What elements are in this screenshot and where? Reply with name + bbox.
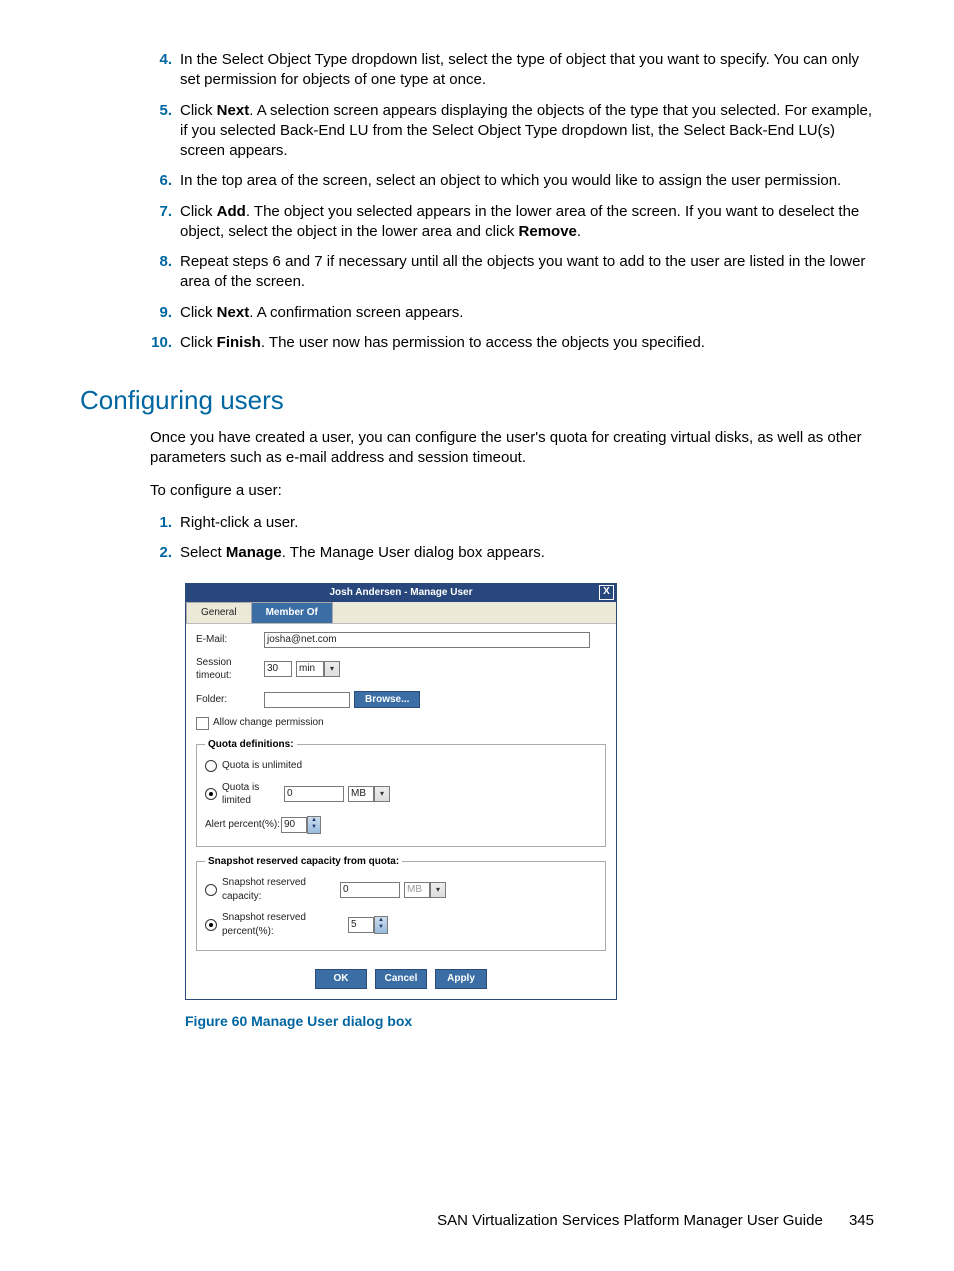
quota-limited-label: Quota is limited — [222, 781, 284, 808]
alert-percent-label: Alert percent(%): — [205, 818, 281, 832]
spinner-icon[interactable]: ▲▼ — [307, 816, 321, 834]
alert-percent-stepper[interactable]: 90 ▲▼ — [281, 816, 321, 834]
chevron-down-icon[interactable]: ▾ — [324, 661, 340, 677]
snapshot-capacity-field[interactable]: 0 — [340, 882, 400, 898]
tab-member-of[interactable]: Member Of — [251, 602, 333, 623]
procedure-lead: To configure a user: — [80, 481, 874, 501]
ok-button[interactable]: OK — [315, 969, 367, 989]
snapshot-percent-radio[interactable] — [205, 919, 217, 931]
snapshot-capacity-label: Snapshot reserved capacity: — [222, 876, 340, 903]
list-item: 8.Repeat steps 6 and 7 if necessary unti… — [150, 252, 874, 293]
quota-unlimited-radio[interactable] — [205, 760, 217, 772]
allow-change-checkbox[interactable] — [196, 717, 209, 730]
steps-list-continued: 4.In the Select Object Type dropdown lis… — [80, 50, 874, 353]
cancel-button[interactable]: Cancel — [375, 969, 427, 989]
list-item: 9.Click Next. A confirmation screen appe… — [150, 303, 874, 323]
snapshot-capacity-unit: MB — [404, 882, 430, 898]
page-number: 345 — [849, 1212, 874, 1229]
list-item: 5.Click Next. A selection screen appears… — [150, 101, 874, 162]
email-label: E-Mail: — [196, 633, 264, 647]
list-item: 10.Click Finish. The user now has permis… — [150, 333, 874, 353]
list-item: 7.Click Add. The object you selected app… — [150, 202, 874, 243]
quota-unlimited-label: Quota is unlimited — [222, 759, 302, 773]
spinner-icon[interactable]: ▲▼ — [374, 916, 388, 934]
figure-caption: Figure 60 Manage User dialog box — [185, 1012, 874, 1031]
apply-button[interactable]: Apply — [435, 969, 487, 989]
session-timeout-field[interactable]: 30 — [264, 661, 292, 677]
chevron-down-icon[interactable]: ▾ — [430, 882, 446, 898]
folder-label: Folder: — [196, 693, 264, 707]
page-footer: SAN Virtualization Services Platform Man… — [80, 1211, 874, 1231]
manage-user-dialog: Josh Andersen - Manage User X General Me… — [185, 583, 617, 1000]
session-timeout-label: Session timeout: — [196, 656, 264, 683]
quota-definitions-group: Quota definitions: Quota is unlimited Qu… — [196, 738, 606, 847]
close-icon[interactable]: X — [599, 585, 614, 600]
email-field[interactable]: josha@net.com — [264, 632, 590, 648]
intro-text: Once you have created a user, you can co… — [80, 428, 874, 469]
session-timeout-unit: min — [296, 661, 324, 677]
steps-list-configure: 1.Right-click a user. 2.Select Manage. T… — [80, 513, 874, 564]
chevron-down-icon[interactable]: ▾ — [374, 786, 390, 802]
snapshot-percent-label: Snapshot reserved percent(%): — [222, 911, 348, 938]
snapshot-reserved-group: Snapshot reserved capacity from quota: S… — [196, 855, 606, 952]
footer-title: SAN Virtualization Services Platform Man… — [437, 1212, 823, 1229]
list-item: 2.Select Manage. The Manage User dialog … — [150, 543, 874, 563]
folder-field[interactable] — [264, 692, 350, 708]
snapshot-percent-stepper[interactable]: 5 ▲▼ — [348, 916, 388, 934]
dialog-titlebar: Josh Andersen - Manage User X — [186, 584, 616, 602]
tab-general[interactable]: General — [186, 602, 252, 623]
dialog-title-text: Josh Andersen - Manage User — [329, 587, 472, 598]
list-item: 6.In the top area of the screen, select … — [150, 171, 874, 191]
section-heading: Configuring users — [80, 383, 874, 418]
quota-unit: MB — [348, 786, 374, 802]
dialog-tabs: General Member Of — [186, 602, 616, 624]
allow-change-label: Allow change permission — [213, 716, 324, 730]
quota-value-field[interactable]: 0 — [284, 786, 344, 802]
snapshot-capacity-radio[interactable] — [205, 884, 217, 896]
list-item: 4.In the Select Object Type dropdown lis… — [150, 50, 874, 91]
browse-button[interactable]: Browse... — [354, 691, 420, 709]
quota-limited-radio[interactable] — [205, 788, 217, 800]
list-item: 1.Right-click a user. — [150, 513, 874, 533]
